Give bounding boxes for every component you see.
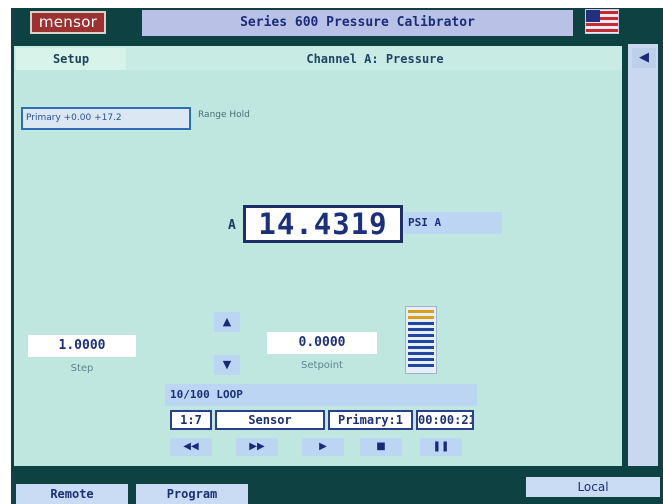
channel-title: Channel A: Pressure	[306, 52, 444, 66]
loop-sensor-cell: Sensor	[215, 410, 325, 430]
pressure-reading: 14.4319	[243, 205, 403, 243]
play-icon[interactable]: ▶	[302, 438, 344, 456]
collapse-arrow-icon[interactable]: ◀	[632, 48, 656, 68]
units-selector[interactable]: PSI A	[404, 212, 502, 234]
loop-range-cell: Primary:1	[328, 410, 413, 430]
us-flag-icon[interactable]	[585, 9, 619, 34]
pause-icon[interactable]: ❚❚	[420, 438, 462, 456]
increment-up-icon[interactable]: ▲	[214, 312, 240, 332]
decrement-down-icon[interactable]: ▼	[214, 355, 240, 375]
remote-button[interactable]: Remote	[16, 484, 128, 504]
mensor-logo: mensor	[30, 11, 106, 34]
step-label: Step	[70, 363, 94, 374]
side-panel	[628, 44, 658, 466]
setpoint-label: Setpoint	[301, 360, 343, 371]
program-button[interactable]: Program	[136, 484, 248, 504]
local-button[interactable]: Local	[526, 477, 660, 497]
rewind-icon[interactable]: ◀◀	[170, 438, 212, 456]
range-selector[interactable]: Primary +0.00 +17.2	[21, 107, 191, 130]
step-field[interactable]: 1.0000	[28, 335, 136, 357]
setpoint-field[interactable]: 0.0000	[267, 332, 377, 354]
loop-count-cell: 1:7	[170, 410, 212, 430]
stop-icon[interactable]: ■	[360, 438, 402, 456]
channel-letter: A	[228, 218, 236, 233]
range-hold-label[interactable]: Range Hold	[198, 110, 250, 120]
setup-tab[interactable]: Setup	[16, 48, 126, 70]
fast-forward-icon[interactable]: ▶▶	[236, 438, 278, 456]
pressure-bargraph	[405, 306, 437, 374]
loop-title: 10/100 LOOP	[165, 384, 477, 406]
window-title: Series 600 Pressure Calibrator	[142, 10, 573, 36]
loop-timer-cell: 00:00:21	[416, 410, 474, 430]
